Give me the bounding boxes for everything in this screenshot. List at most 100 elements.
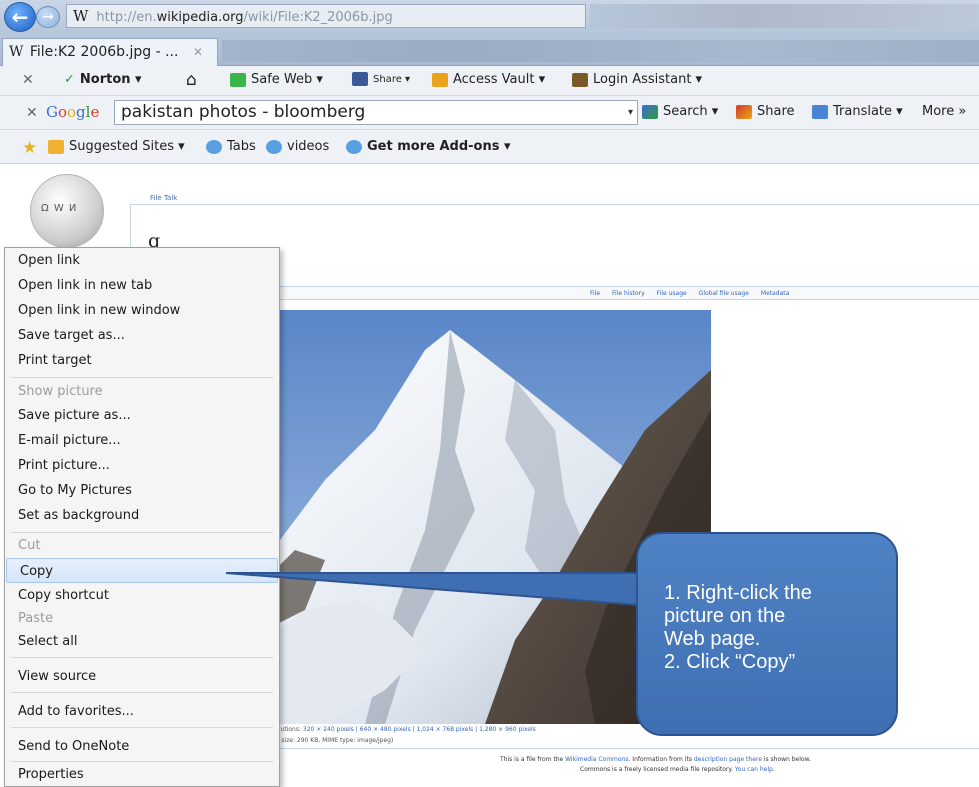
login-assistant-label: Login Assistant ▾	[593, 72, 703, 87]
tab-bar: W File:K2 2006b.jpg - ... ✕	[0, 34, 979, 66]
menu-separator	[11, 657, 273, 658]
menu-item-print-target[interactable]: Print target	[5, 348, 279, 373]
share-icon	[736, 104, 752, 119]
suggested-sites-label: Suggested Sites ▾	[69, 139, 185, 154]
commons-notice-line-2: Commons is a freely licensed media file …	[580, 766, 775, 773]
home-icon[interactable]: ⌂	[186, 70, 197, 90]
facebook-share-button[interactable]: Share ▾	[352, 72, 410, 86]
suggested-sites-icon	[48, 139, 64, 154]
menu-separator	[11, 692, 273, 693]
menu-item-add-to-favorites[interactable]: Add to favorites...	[5, 699, 279, 724]
get-more-addons-label: Get more Add-ons ▾	[367, 139, 511, 154]
menu-item-cut: Cut	[18, 538, 41, 553]
menu-item-go-to-my-pictures[interactable]: Go to My Pictures	[5, 478, 279, 503]
ie-page-icon	[346, 139, 362, 154]
instruction-callout-text: 1. Right-click the picture on the Web pa…	[664, 582, 890, 674]
you-can-help-link[interactable]: You can help.	[735, 766, 775, 773]
address-host: wikipedia.org	[156, 10, 244, 25]
tab-k2-file[interactable]: W File:K2 2006b.jpg - ... ✕	[2, 38, 218, 66]
address-path: /wiki/File:K2_2006b.jpg	[243, 10, 393, 25]
menu-separator	[11, 377, 273, 378]
address-bar[interactable]: Whttp://en.wikipedia.org/wiki/File:K2_20…	[66, 4, 586, 28]
metadata-link[interactable]: Metadata	[761, 290, 789, 297]
norton-toolbar-close-icon[interactable]: ✕	[22, 72, 34, 88]
favorites-star-icon[interactable]: ★	[22, 138, 37, 158]
safe-web-icon	[230, 72, 246, 87]
resolution-line: er resolutions: 320 × 240 pixels | 640 ×…	[258, 726, 536, 733]
menu-item-show-picture: Show picture	[18, 384, 103, 399]
favorite-tabs-label: Tabs	[227, 139, 256, 154]
google-search-button[interactable]: Search ▾	[642, 104, 718, 119]
google-toolbar-close-icon[interactable]: ✕	[26, 105, 38, 121]
access-vault-button[interactable]: Access Vault ▾	[432, 72, 545, 87]
tab-title: File:K2 2006b.jpg - ...	[29, 44, 179, 60]
wikipedia-favicon-icon: W	[73, 7, 89, 25]
blurred-window-area	[590, 4, 979, 28]
norton-label: Norton ▾	[79, 72, 142, 87]
google-share-button[interactable]: Share	[736, 104, 795, 119]
access-vault-icon	[432, 72, 448, 87]
favorite-tabs[interactable]: Tabs	[206, 139, 256, 154]
google-search-label: Search ▾	[663, 104, 719, 119]
browser-title-bar: ← → Whttp://en.wikipedia.org/wiki/File:K…	[0, 0, 979, 34]
favorites-bar: ★ Suggested Sites ▾ Tabs videos Get more…	[0, 130, 979, 164]
commons-notice-line-1: This is a file from the Wikimedia Common…	[500, 756, 811, 763]
translate-button[interactable]: Translate ▾	[812, 104, 903, 119]
address-prefix: http://en.	[96, 10, 157, 25]
safe-web-label: Safe Web ▾	[251, 72, 323, 87]
menu-item-copy[interactable]: Copy	[6, 558, 278, 583]
wikipedia-tab-icon: W	[9, 44, 24, 60]
screenshot-root: ← → Whttp://en.wikipedia.org/wiki/File:K…	[0, 0, 979, 787]
menu-item-paste: Paste	[18, 611, 54, 626]
global-file-usage-link[interactable]: Global file usage	[699, 290, 749, 297]
favorite-videos-label: videos	[287, 139, 330, 154]
facebook-icon	[352, 72, 368, 86]
menu-item-print-picture[interactable]: Print picture...	[5, 453, 279, 478]
safe-web-button[interactable]: Safe Web ▾	[230, 72, 323, 87]
menu-item-save-picture[interactable]: Save picture as...	[5, 403, 279, 428]
back-arrow-icon: ←	[11, 5, 29, 29]
forward-arrow-icon: →	[42, 9, 54, 25]
menu-item-open-link[interactable]: Open link	[5, 248, 279, 273]
callout-line-3: Web page.	[664, 628, 761, 650]
get-more-addons-button[interactable]: Get more Add-ons ▾	[346, 139, 511, 154]
norton-check-icon: ✓	[64, 72, 75, 87]
callout-line-4: 2. Click “Copy”	[664, 651, 796, 673]
more-label: More »	[922, 104, 967, 119]
context-menu: Open link Open link in new tab Open link…	[4, 247, 280, 787]
file-section-links: File File history File usage Global file…	[590, 290, 789, 297]
description-page-link[interactable]: description page there	[694, 756, 762, 763]
wikipedia-globe-logo[interactable]	[30, 174, 104, 248]
forward-button[interactable]: →	[36, 6, 60, 28]
menu-item-email-picture[interactable]: E-mail picture...	[5, 428, 279, 453]
wikimedia-commons-link[interactable]: Wikimedia Commons	[565, 756, 628, 763]
menu-item-save-target[interactable]: Save target as...	[5, 323, 279, 348]
back-button[interactable]: ←	[4, 2, 36, 32]
menu-item-properties[interactable]: Properties	[5, 762, 279, 787]
translate-label: Translate ▾	[833, 104, 903, 119]
resolution-links[interactable]: 320 × 240 pixels | 640 × 480 pixels | 1,…	[303, 726, 536, 733]
norton-menu-button[interactable]: ✓ Norton ▾	[64, 72, 142, 87]
menu-item-set-as-background[interactable]: Set as background	[5, 503, 279, 528]
norton-toolbar: ✕ ✓ Norton ▾ ⌂ Safe Web ▾ Share ▾ Access…	[0, 66, 979, 96]
file-talk-tabs[interactable]: File Talk	[150, 194, 177, 202]
menu-item-open-link-new-window[interactable]: Open link in new window	[5, 298, 279, 323]
menu-item-select-all[interactable]: Select all	[5, 629, 279, 654]
suggested-sites-button[interactable]: Suggested Sites ▾	[48, 139, 185, 154]
login-assistant-icon	[572, 72, 588, 87]
tab-close-icon[interactable]: ✕	[193, 45, 203, 59]
menu-item-open-link-new-tab[interactable]: Open link in new tab	[5, 273, 279, 298]
google-search-input[interactable]: pakistan photos - bloomberg ▾	[114, 100, 638, 125]
file-link[interactable]: File	[590, 290, 600, 297]
translate-icon	[812, 104, 828, 119]
file-usage-link[interactable]: File usage	[657, 290, 687, 297]
menu-item-copy-shortcut[interactable]: Copy shortcut	[5, 583, 279, 608]
menu-item-view-source[interactable]: View source	[5, 664, 279, 689]
login-assistant-button[interactable]: Login Assistant ▾	[572, 72, 702, 87]
favorite-videos[interactable]: videos	[266, 139, 329, 154]
menu-item-send-to-onenote[interactable]: Send to OneNote	[5, 734, 279, 759]
search-history-dropdown-icon[interactable]: ▾	[628, 101, 633, 124]
file-history-link[interactable]: File history	[612, 290, 645, 297]
more-button[interactable]: More »	[922, 104, 966, 119]
ie-page-icon	[266, 139, 282, 154]
